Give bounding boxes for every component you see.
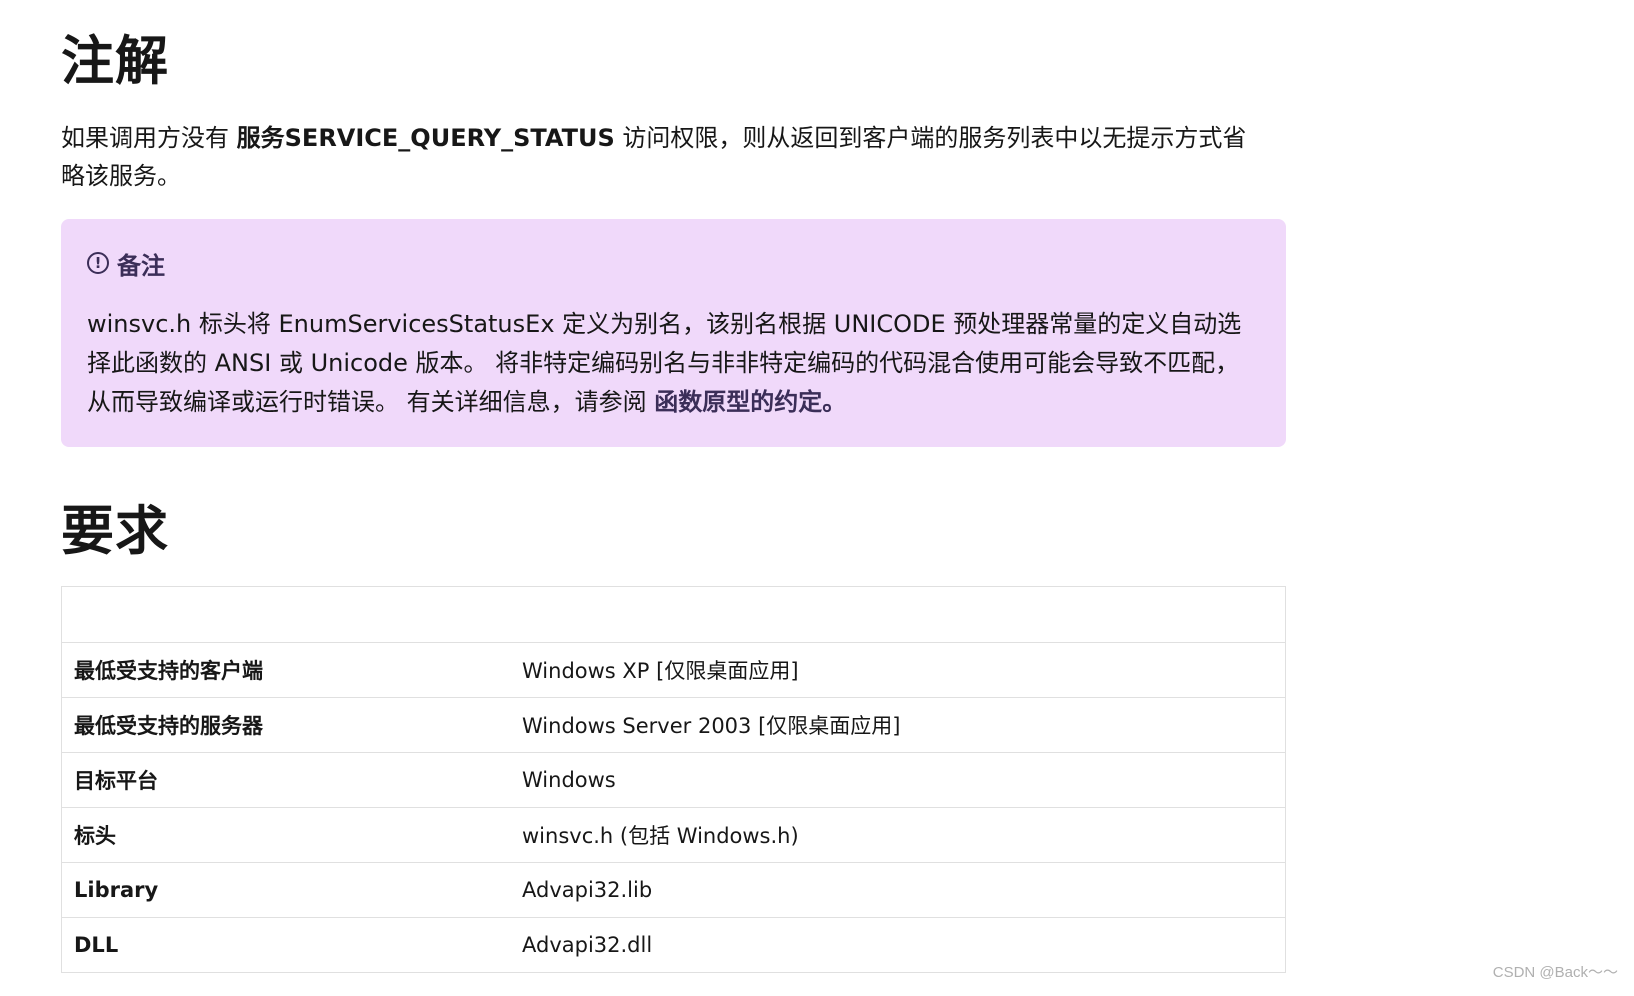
watermark: CSDN @Back～～: [1492, 964, 1618, 981]
remarks-permission-name: 服务SERVICE_QUERY_STATUS: [236, 124, 615, 152]
requirements-table: 最低受支持的客户端 Windows XP [仅限桌面应用] 最低受支持的服务器 Win…: [61, 586, 1286, 973]
note-title: 备注: [117, 251, 165, 280]
requirement-value: Windows XP [仅限桌面应用]: [510, 642, 1286, 698]
table-row: 最低受支持的服务器 Windows Server 2003 [仅限桌面应用]: [61, 697, 1286, 753]
table-header-cell: [61, 586, 1286, 643]
requirement-key: Library: [61, 862, 510, 918]
requirement-key: 最低受支持的服务器: [61, 697, 510, 753]
table-row: 标头 winsvc.h (包括 Windows.h): [61, 807, 1286, 863]
remarks-paragraph: 如果调用方没有 服务SERVICE_QUERY_STATUS 访问权限，则从返回…: [61, 119, 1261, 195]
requirement-key: 最低受支持的客户端: [61, 642, 510, 698]
function-prototype-conventions-link[interactable]: 函数原型的约定。: [654, 388, 846, 416]
requirement-key: 标头: [61, 807, 510, 863]
requirement-key: 目标平台: [61, 752, 510, 808]
requirement-value: Windows: [510, 752, 1286, 808]
requirement-value: Advapi32.lib: [510, 862, 1286, 918]
table-row: 最低受支持的客户端 Windows XP [仅限桌面应用]: [61, 642, 1286, 698]
requirement-key: DLL: [61, 917, 510, 973]
table-row: 目标平台 Windows: [61, 752, 1286, 808]
table-row: DLL Advapi32.dll: [61, 917, 1286, 973]
requirement-value: Advapi32.dll: [510, 917, 1286, 973]
table-header-row: [61, 586, 1286, 643]
requirements-heading: 要求: [61, 501, 169, 562]
note-title-row: ! 备注: [87, 241, 1260, 285]
info-circle-icon: !: [87, 252, 109, 274]
requirement-value: Windows Server 2003 [仅限桌面应用]: [510, 697, 1286, 753]
remarks-heading: 注解: [61, 31, 169, 92]
requirement-value: winsvc.h (包括 Windows.h): [510, 807, 1286, 863]
note-body: winsvc.h 标头将 EnumServicesStatusEx 定义为别名，…: [87, 305, 1260, 422]
note-callout: ! 备注 winsvc.h 标头将 EnumServicesStatusEx 定…: [61, 219, 1286, 447]
table-row: Library Advapi32.lib: [61, 862, 1286, 918]
remarks-text-prefix: 如果调用方没有: [61, 124, 237, 152]
